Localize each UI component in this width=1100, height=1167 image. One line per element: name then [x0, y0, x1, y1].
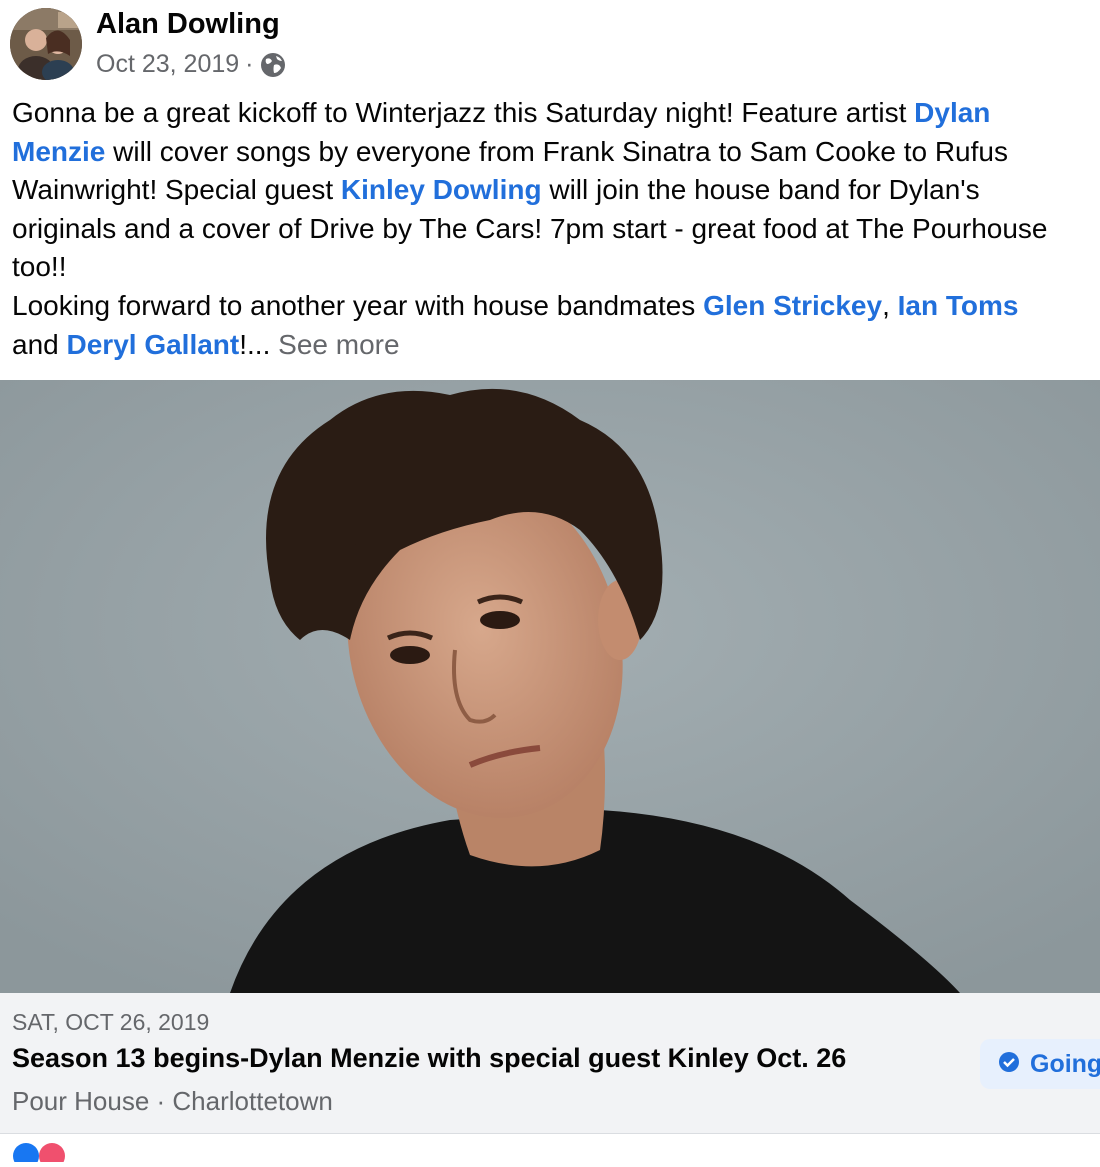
post-text-segment: originals and a cover of Drive by The Ca… — [12, 212, 1048, 244]
mention-link[interactable]: Kinley Dowling — [341, 174, 542, 205]
event-place: Pour House · Charlottetown — [12, 1086, 333, 1116]
reaction-icons[interactable] — [10, 1142, 90, 1167]
post-text-line: originals and a cover of Drive by The Ca… — [12, 210, 1100, 249]
post-text-segment: !... — [239, 328, 279, 360]
post-text-line: too!! — [12, 248, 1100, 287]
meta-separator: · — [245, 50, 254, 78]
author-avatar[interactable] — [10, 8, 82, 80]
event-date: SAT, OCT 26, 2019 — [12, 1009, 210, 1035]
post-text-segment: Gonna be a great kickoff to Winterjazz t… — [12, 97, 915, 128]
post-text-line: Menzie will cover songs by everyone from… — [12, 133, 1100, 172]
post-header: Alan Dowling Oct 23, 2019 · — [0, 0, 1100, 90]
mention-link[interactable]: Menzie — [12, 136, 105, 167]
mention-link[interactable]: Glen Strickey — [703, 290, 882, 321]
event-card[interactable]: SAT, OCT 26, 2019 Season 13 begins-Dylan… — [0, 993, 1100, 1133]
check-circle-icon — [998, 1051, 1020, 1078]
post-text-segment: too!! — [12, 251, 67, 283]
post-text-line: Looking forward to another year with hou… — [12, 287, 1100, 326]
post-text-segment: Looking forward to another year with hou… — [12, 289, 704, 321]
post-date[interactable]: Oct 23, 2019 — [96, 50, 239, 79]
author-name[interactable]: Alan Dowling — [96, 8, 280, 41]
post-text-line: and Deryl Gallant!... See more — [12, 326, 1100, 365]
event-title[interactable]: Season 13 begins-Dylan Menzie with speci… — [12, 1043, 846, 1074]
post-text-segment: will cover songs by everyone from Frank … — [105, 135, 1008, 167]
mention-link[interactable]: Dylan — [914, 97, 990, 128]
post-text-segment: , — [882, 289, 898, 321]
see-more-link[interactable]: See more — [278, 329, 399, 360]
going-button[interactable]: Going — [980, 1039, 1100, 1089]
post-text-segment: and — [12, 328, 67, 360]
post-text: Gonna be a great kickoff to Winterjazz t… — [12, 94, 1100, 364]
post-meta: Oct 23, 2019 · — [96, 50, 287, 79]
reactions-divider — [0, 1133, 1100, 1134]
post-text-line: Gonna be a great kickoff to Winterjazz t… — [12, 94, 1100, 133]
post-text-segment: Wainwright! Special guest — [12, 174, 341, 206]
globe-icon — [259, 51, 287, 79]
going-label: Going — [1030, 1049, 1100, 1078]
post-text-line: Wainwright! Special guest Kinley Dowling… — [12, 171, 1100, 210]
post-text-segment: will join the house band for Dylan's — [541, 174, 980, 206]
mention-link[interactable]: Ian Toms — [898, 290, 1019, 321]
mention-link[interactable]: Deryl Gallant — [67, 329, 240, 360]
event-cover-photo[interactable] — [0, 380, 1100, 993]
